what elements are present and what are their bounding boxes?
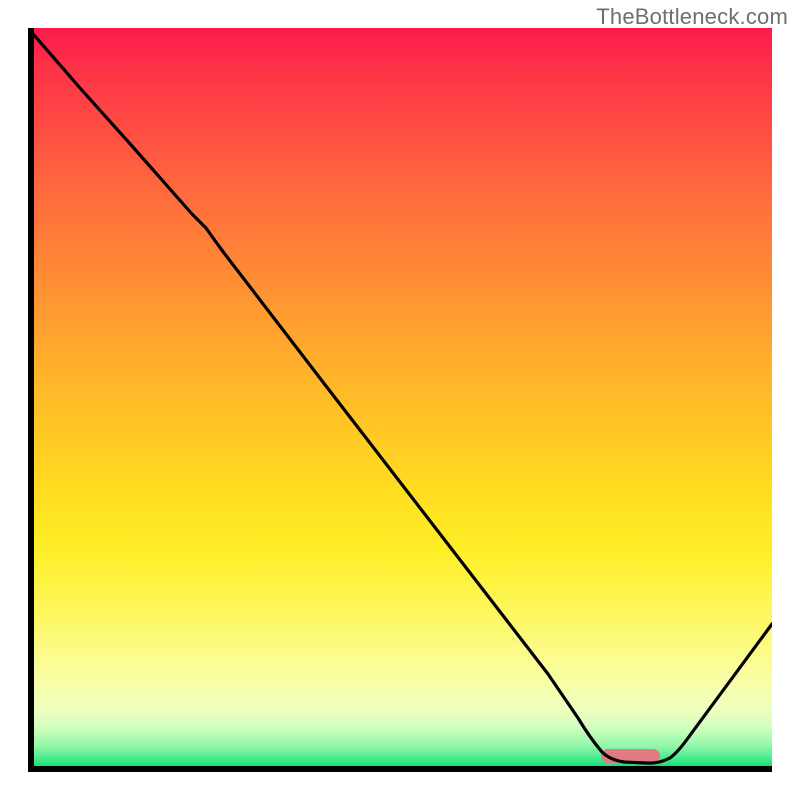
x-axis-line bbox=[28, 766, 772, 772]
watermark-text: TheBottleneck.com bbox=[596, 4, 788, 30]
gradient-background bbox=[28, 28, 772, 772]
optimal-range-marker bbox=[601, 749, 661, 763]
bottleneck-chart bbox=[28, 28, 772, 772]
y-axis-line bbox=[28, 28, 34, 772]
